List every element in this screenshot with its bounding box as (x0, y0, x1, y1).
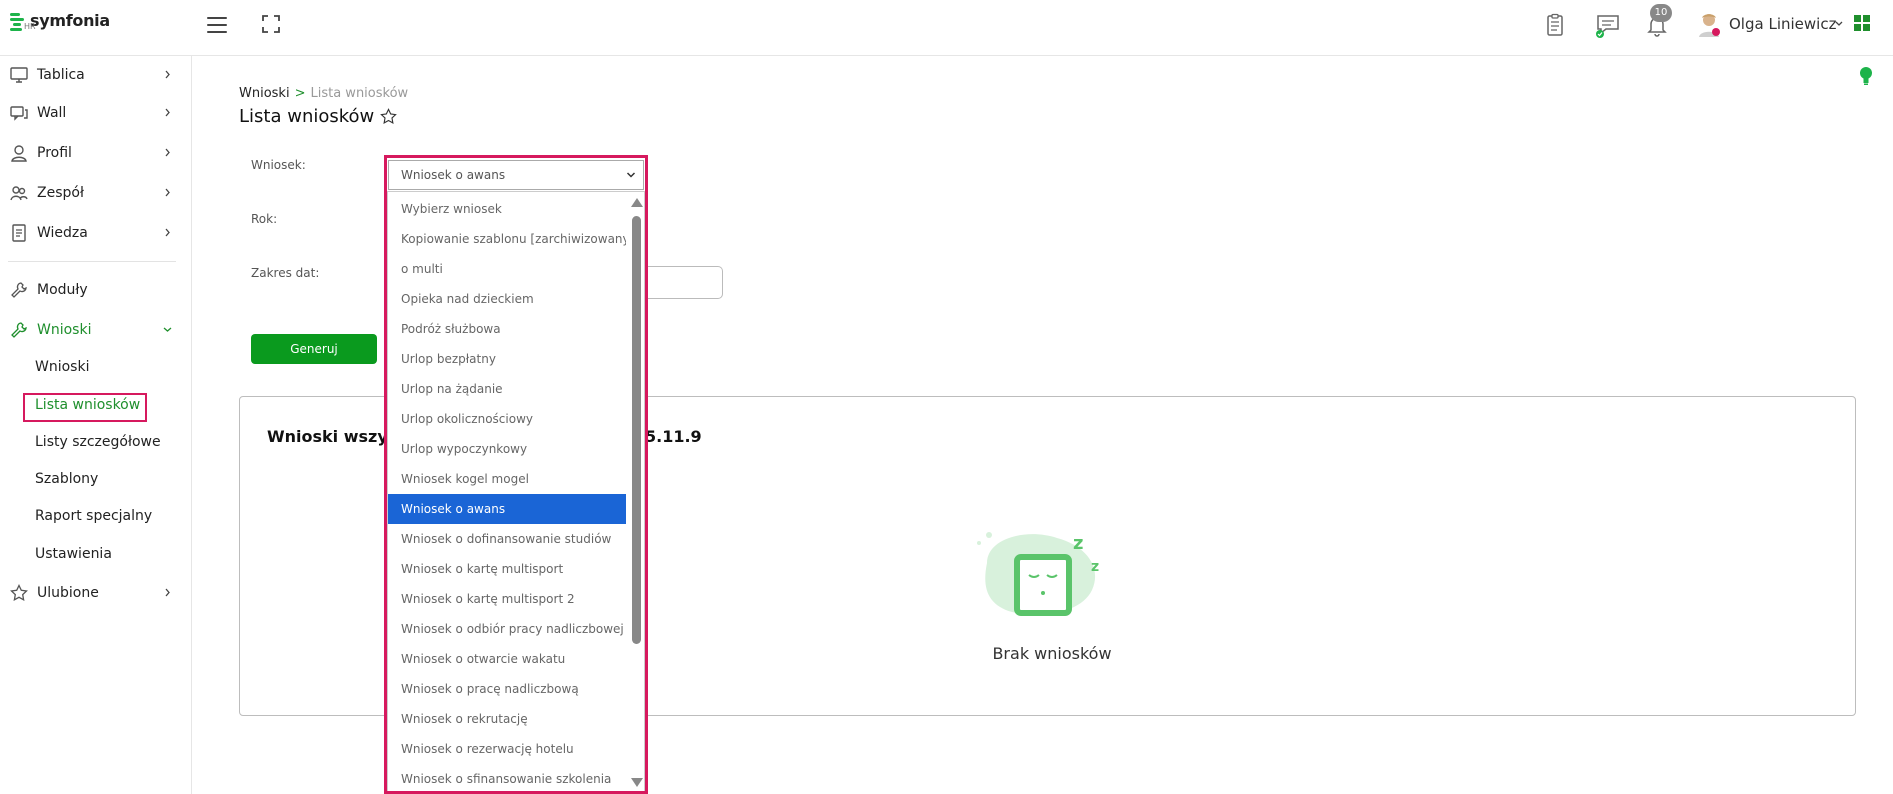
wrench-icon (11, 282, 27, 298)
sidebar-subitem-szablony[interactable]: Szablony (35, 468, 98, 490)
year-label: Rok: (251, 212, 278, 226)
sidebar-item-ulubione[interactable]: Ulubione (10, 578, 180, 608)
empty-state-text: Brak wniosków (992, 644, 1112, 663)
dropdown-option[interactable]: Wniosek o kartę multisport (388, 554, 626, 584)
monitor-icon (10, 67, 28, 83)
card-title-tail: 5.11.9 (645, 427, 702, 446)
scrollbar-thumb[interactable] (632, 216, 641, 644)
logo-subtitle: HR (24, 22, 36, 31)
logo-text: symfonia (30, 11, 110, 30)
sidebar-item-zespol[interactable]: Zespół (10, 178, 180, 208)
breadcrumb: Wnioski > Lista wniosków (239, 86, 408, 101)
sidebar-item-wiedza[interactable]: Wiedza (10, 218, 180, 248)
lightbulb-icon[interactable] (1859, 66, 1873, 86)
dropdown-option[interactable]: Wniosek o dofinansowanie studiów (388, 524, 626, 554)
user-name[interactable]: Olga Liniewicz (1729, 15, 1836, 33)
dropdown-option[interactable]: Opieka nad dzieckiem (388, 284, 626, 314)
request-select[interactable]: Wniosek o awans (388, 160, 644, 190)
svg-text:z: z (1073, 533, 1083, 554)
chat-icon (10, 106, 28, 121)
sidebar-item-label: Ulubione (37, 585, 99, 601)
hamburger-menu-icon[interactable] (207, 17, 227, 33)
fullscreen-icon[interactable] (262, 15, 280, 33)
page-title: Lista wniosków (239, 106, 398, 127)
breadcrumb-current: Lista wniosków (310, 86, 409, 101)
dropdown-option[interactable]: Urlop okolicznościowy (388, 404, 626, 434)
sidebar-item-label: Zespół (37, 185, 84, 201)
dropdown-option[interactable]: o multi (388, 254, 626, 284)
sidebar-item-label: Wnioski (37, 322, 92, 338)
dropdown-option[interactable]: Wniosek o kartę multisport 2 (388, 584, 626, 614)
dropdown-option[interactable]: Wniosek o pracę nadliczbową (388, 674, 626, 704)
sleeping-box-icon: z z (977, 532, 1099, 616)
notification-badge: 10 (1650, 4, 1672, 22)
request-label: Wniosek: (251, 158, 306, 172)
sidebar-subitem-listy-szczegolowe[interactable]: Listy szczegółowe (35, 431, 161, 453)
apps-grid-icon[interactable] (1854, 15, 1870, 31)
scroll-up-arrow-icon[interactable] (631, 198, 643, 207)
dropdown-option[interactable]: Wybierz wniosek (388, 194, 626, 224)
request-select-value: Wniosek o awans (401, 168, 506, 182)
sidebar-item-label: Wiedza (37, 225, 88, 241)
favorite-star-icon[interactable] (380, 108, 398, 125)
date-range-label: Zakres dat: (251, 266, 320, 280)
card-title: Wnioski wszyst (267, 427, 405, 446)
sidebar-item-profil[interactable]: Profil (10, 138, 180, 168)
dropdown-option[interactable]: Urlop bezpłatny (388, 344, 626, 374)
sidebar-subitem-raport-specjalny[interactable]: Raport specjalny (35, 505, 152, 527)
dropdown-option[interactable]: Podróż służbowa (388, 314, 626, 344)
sidebar-item-moduly[interactable]: Moduły (10, 275, 180, 305)
highlight-frame (23, 393, 147, 422)
user-icon (11, 145, 27, 162)
sidebar-divider (8, 261, 176, 262)
dropdown-scrollbar[interactable] (629, 192, 644, 791)
scroll-down-arrow-icon[interactable] (631, 778, 643, 787)
document-icon (12, 224, 26, 242)
date-range-input[interactable] (640, 266, 723, 299)
avatar[interactable] (1697, 11, 1721, 37)
breadcrumb-parent[interactable]: Wnioski (239, 86, 290, 101)
top-bar: symfonia HR 10 Olga Liniewicz (0, 0, 1893, 56)
messages-icon[interactable] (1595, 12, 1621, 38)
sidebar-item-label: Tablica (37, 67, 85, 83)
star-icon (10, 584, 28, 602)
sidebar-item-label: Moduły (37, 282, 88, 298)
chevron-down-icon[interactable] (1834, 19, 1844, 29)
sidebar-item-tablica[interactable]: Tablica (10, 60, 180, 90)
chevron-down-icon (163, 327, 172, 332)
wrench-icon (11, 322, 27, 338)
sidebar-subitem-ustawienia[interactable]: Ustawienia (35, 543, 112, 565)
dropdown-option[interactable]: Urlop na żądanie (388, 374, 626, 404)
dropdown-option[interactable]: Wniosek o rekrutację (388, 704, 626, 734)
dropdown-option[interactable]: Urlop wypoczynkowy (388, 434, 626, 464)
sidebar-subitem-wnioski[interactable]: Wnioski (35, 356, 89, 378)
chevron-right-icon (165, 108, 170, 117)
dropdown-option[interactable]: Wniosek o odbiór pracy nadliczbowej (388, 614, 626, 644)
sidebar: Tablica Wall Profil Zespół Wiedza Moduły… (0, 56, 192, 794)
sidebar-item-label: Wall (37, 105, 67, 121)
dropdown-option[interactable]: Wniosek o otwarcie wakatu (388, 644, 626, 674)
svg-text:z: z (1091, 559, 1099, 575)
sidebar-item-label: Profil (37, 145, 72, 161)
dropdown-option[interactable]: Kopiowanie szablonu [zarchiwizowany] (388, 224, 626, 254)
dropdown-option[interactable]: Wniosek o sfinansowanie szkolenia (388, 764, 626, 791)
chevron-right-icon (165, 588, 170, 597)
sidebar-item-wnioski[interactable]: Wnioski (10, 315, 180, 345)
chevron-right-icon (165, 188, 170, 197)
generate-button[interactable]: Generuj (251, 334, 377, 364)
dropdown-option[interactable]: Wniosek kogel mogel (388, 464, 626, 494)
page-title-text: Lista wniosków (239, 106, 375, 127)
chevron-right-icon (165, 70, 170, 79)
chevron-down-icon (626, 172, 636, 178)
clipboard-icon[interactable] (1542, 12, 1568, 38)
dropdown-option[interactable]: Wniosek o rezerwację hotelu (388, 734, 626, 764)
request-dropdown-list[interactable]: Wybierz wniosek Kopiowanie szablonu [zarc… (387, 191, 645, 792)
breadcrumb-separator: > (294, 86, 306, 101)
dropdown-option[interactable]: Wniosek o awans (388, 494, 626, 524)
sidebar-item-wall[interactable]: Wall (10, 98, 180, 128)
chevron-right-icon (165, 148, 170, 157)
team-icon (10, 186, 28, 201)
chevron-right-icon (165, 228, 170, 237)
